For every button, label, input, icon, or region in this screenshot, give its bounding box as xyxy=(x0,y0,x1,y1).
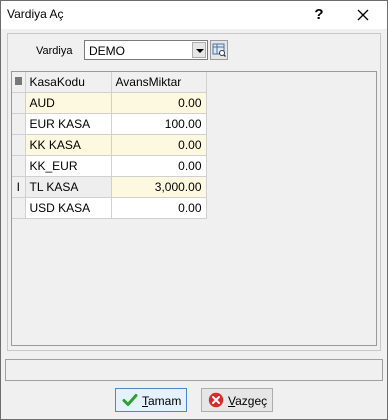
status-bar xyxy=(5,359,383,381)
table-row-selected[interactable]: I TL KASA 3,000.00 xyxy=(12,176,207,198)
vardiya-label: Vardiya xyxy=(36,45,73,57)
ok-button-label: Tamam xyxy=(142,394,182,408)
header-row: KasaKodu AvansMiktar xyxy=(12,72,207,93)
row-indicator xyxy=(12,113,26,135)
close-icon xyxy=(357,9,369,21)
kasa-grid[interactable]: KasaKodu AvansMiktar AUD 0.00 EUR KASA 1… xyxy=(11,71,377,346)
row-indicator xyxy=(12,92,26,114)
row-indicator xyxy=(12,155,26,177)
cancel-icon xyxy=(208,392,224,408)
cell-kasakodu[interactable]: KK KASA xyxy=(25,134,112,156)
cell-avansmiktar[interactable]: 0.00 xyxy=(111,155,207,177)
cell-kasakodu[interactable]: USD KASA xyxy=(25,197,112,219)
row-indicator xyxy=(12,197,26,219)
cell-kasakodu[interactable]: KK_EUR xyxy=(25,155,112,177)
column-chooser-icon[interactable] xyxy=(12,72,26,93)
cell-avansmiktar[interactable]: 3,000.00 xyxy=(111,176,207,198)
cancel-button-label: Vazgeç xyxy=(228,394,268,408)
table-row[interactable]: AUD 0.00 xyxy=(12,92,207,114)
table-row[interactable]: KK_EUR 0.00 xyxy=(12,155,207,177)
vardiya-combobox[interactable]: DEMO xyxy=(84,40,208,60)
table-row[interactable]: USD KASA 0.00 xyxy=(12,197,207,219)
lookup-grid-icon xyxy=(212,43,226,57)
cell-avansmiktar[interactable]: 0.00 xyxy=(111,92,207,114)
cancel-button[interactable]: Vazgeç xyxy=(201,388,273,412)
cell-avansmiktar[interactable]: 0.00 xyxy=(111,134,207,156)
chevron-down-icon[interactable] xyxy=(192,42,206,58)
window-title: Vardiya Aç xyxy=(7,7,64,21)
column-header-kasakodu[interactable]: KasaKodu xyxy=(25,72,112,93)
table-row[interactable]: EUR KASA 100.00 xyxy=(12,113,207,135)
row-indicator: I xyxy=(12,176,26,198)
cell-avansmiktar[interactable]: 100.00 xyxy=(111,113,207,135)
title-bar[interactable]: Vardiya Aç ? xyxy=(1,1,387,29)
lookup-button[interactable] xyxy=(210,40,228,60)
close-button[interactable] xyxy=(351,5,375,25)
cell-avansmiktar[interactable]: 0.00 xyxy=(111,197,207,219)
column-header-avansmiktar[interactable]: AvansMiktar xyxy=(111,72,207,93)
main-panel: Vardiya DEMO KasaKodu AvansMiktar AUD 0.… xyxy=(7,33,381,351)
cell-kasakodu[interactable]: TL KASA xyxy=(25,176,112,198)
cell-kasakodu[interactable]: AUD xyxy=(25,92,112,114)
checkmark-icon xyxy=(122,394,138,406)
row-indicator xyxy=(12,134,26,156)
table-row[interactable]: KK KASA 0.00 xyxy=(12,134,207,156)
help-button[interactable]: ? xyxy=(307,5,331,25)
dialog-window: Vardiya Aç ? Vardiya DEMO KasaKodu Avans… xyxy=(0,0,388,420)
vardiya-value: DEMO xyxy=(89,44,125,58)
ok-button[interactable]: Tamam xyxy=(115,388,187,412)
cell-kasakodu[interactable]: EUR KASA xyxy=(25,113,112,135)
kasa-table: KasaKodu AvansMiktar AUD 0.00 EUR KASA 1… xyxy=(12,72,207,219)
